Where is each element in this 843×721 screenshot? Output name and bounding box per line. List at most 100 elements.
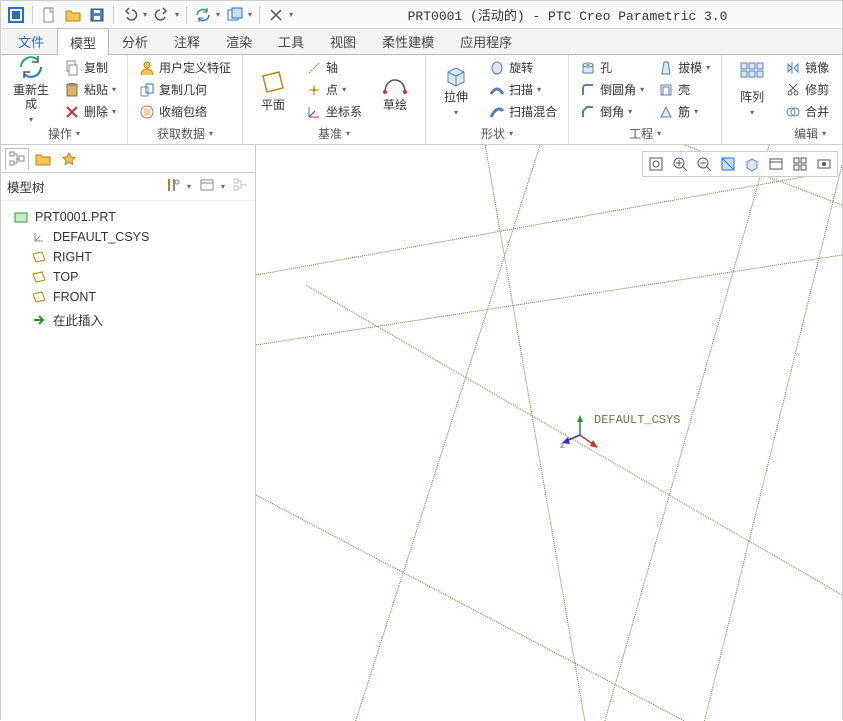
csys-button[interactable]: 坐标系 — [301, 101, 367, 122]
sketch-button[interactable]: 草绘 — [371, 57, 419, 123]
revolve-button[interactable]: 旋转 — [484, 57, 562, 78]
redo-dropdown[interactable]: ▾ — [173, 10, 181, 19]
regenerate-button[interactable]: 重新生成▾ — [7, 57, 55, 123]
tab-annotate[interactable]: 注释 — [161, 27, 213, 54]
tree-item-right[interactable]: RIGHT — [5, 247, 251, 267]
save-button[interactable] — [86, 4, 108, 26]
chamfer-button[interactable]: 倒角▾ — [575, 101, 649, 122]
nav-tab-model-tree[interactable] — [5, 148, 29, 170]
draft-icon — [658, 60, 674, 76]
regen-qat-button[interactable] — [192, 4, 214, 26]
view-manager-button[interactable] — [788, 153, 812, 175]
copy-button[interactable]: 复制 — [59, 57, 121, 78]
model-tree: PRT0001.PRT DEFAULT_CSYS RIGHT TOP FRONT… — [1, 201, 255, 338]
zoom-in-button[interactable] — [668, 153, 692, 175]
pattern-button[interactable]: 阵列▾ — [728, 57, 776, 123]
extrude-button[interactable]: 拉伸▾ — [432, 57, 480, 123]
draft-button[interactable]: 拔模▾ — [653, 57, 715, 78]
tree-item-csys[interactable]: DEFAULT_CSYS — [5, 227, 251, 247]
delete-button[interactable]: 删除▾ — [59, 101, 121, 122]
datum-display-button[interactable] — [812, 153, 836, 175]
tree-root[interactable]: PRT0001.PRT — [5, 207, 251, 227]
saved-views-button[interactable] — [764, 153, 788, 175]
plane-tree-icon — [31, 250, 47, 264]
sweepblend-button[interactable]: 扫描混合 — [484, 101, 562, 122]
navigator-tabs — [1, 145, 255, 173]
part-icon — [13, 210, 29, 224]
rib-icon — [658, 104, 674, 120]
csys-tree-icon — [31, 230, 47, 244]
offset-button[interactable]: 偏移 — [838, 79, 842, 100]
datum-planes-display — [256, 145, 842, 721]
copy-icon — [64, 60, 80, 76]
paste-button[interactable]: 粘贴▾ — [59, 79, 121, 100]
tree-item-insert-here[interactable]: 在此插入 — [5, 307, 251, 332]
copygeom-button[interactable]: 复制几何 — [134, 79, 236, 100]
tab-analysis[interactable]: 分析 — [109, 27, 161, 54]
group-getdata: 用户定义特征 复制几何 收缩包络 获取数据▾ — [128, 55, 243, 144]
point-button[interactable]: 点▾ — [301, 79, 367, 100]
shrinkwrap-icon — [139, 104, 155, 120]
tab-render[interactable]: 渲染 — [213, 27, 265, 54]
tab-tools[interactable]: 工具 — [265, 27, 317, 54]
tree-tools-icon[interactable] — [165, 177, 181, 196]
zoom-out-button[interactable] — [692, 153, 716, 175]
point-icon — [306, 82, 322, 98]
app-title: PRT0001 (活动的) - PTC Creo Parametric 3.0 — [297, 5, 838, 24]
app-menu-button[interactable] — [5, 4, 27, 26]
plane-button[interactable]: 平面 — [249, 57, 297, 123]
shell-icon — [658, 82, 674, 98]
round-icon — [580, 82, 596, 98]
merge-button[interactable]: 合并 — [780, 101, 834, 122]
window-dropdown[interactable]: ▾ — [246, 10, 254, 19]
tree-show-icon[interactable] — [199, 177, 215, 196]
tab-view[interactable]: 视图 — [317, 27, 369, 54]
new-button[interactable] — [38, 4, 60, 26]
tab-file[interactable]: 文件 — [5, 27, 57, 54]
tree-item-front[interactable]: FRONT — [5, 287, 251, 307]
undo-button[interactable] — [119, 4, 141, 26]
navigator-sidebar: 模型树 ▾ ▾ PRT0001.PRT DEFAULT_CSYS RIGHT T… — [1, 145, 256, 721]
tree-settings-icon[interactable] — [233, 177, 249, 196]
mirror-button[interactable]: 镜像 — [780, 57, 834, 78]
pattern-icon — [738, 60, 766, 88]
tree-title: 模型树 — [7, 177, 45, 196]
udf-button[interactable]: 用户定义特征 — [134, 57, 236, 78]
undo-dropdown[interactable]: ▾ — [141, 10, 149, 19]
shrinkwrap-button[interactable]: 收缩包络 — [134, 101, 236, 122]
trim-button[interactable]: 修剪 — [780, 79, 834, 100]
nav-tab-folder[interactable] — [31, 148, 55, 170]
tab-flex[interactable]: 柔性建模 — [369, 27, 447, 54]
tab-apps[interactable]: 应用程序 — [447, 27, 525, 54]
plane-tree-icon — [31, 290, 47, 304]
mirror-icon — [785, 60, 801, 76]
tab-model[interactable]: 模型 — [57, 28, 109, 55]
shell-button[interactable]: 壳 — [653, 79, 715, 100]
nav-tab-favorites[interactable] — [57, 148, 81, 170]
regen-qat-dropdown[interactable]: ▾ — [214, 10, 222, 19]
axis-button[interactable]: 轴 — [301, 57, 367, 78]
tree-item-top[interactable]: TOP — [5, 267, 251, 287]
rib-button[interactable]: 筋▾ — [653, 101, 715, 122]
round-button[interactable]: 倒圆角▾ — [575, 79, 649, 100]
repaint-button[interactable] — [716, 153, 740, 175]
redo-button[interactable] — [151, 4, 173, 26]
hole-button[interactable]: 孔 — [575, 57, 649, 78]
display-style-button[interactable] — [740, 153, 764, 175]
sweep-button[interactable]: 扫描▾ — [484, 79, 562, 100]
view-toolbar — [642, 151, 838, 177]
intersect-button[interactable]: 相交 — [838, 101, 842, 122]
refit-button[interactable] — [644, 153, 668, 175]
close-window-button[interactable] — [265, 4, 287, 26]
graphics-canvas[interactable]: z DEFAULT_CSYS — [256, 145, 842, 721]
delete-icon — [64, 104, 80, 120]
quick-access-toolbar: ▾ ▾ ▾ ▾ ▾ PRT0001 (活动的) - PTC Creo Param… — [1, 1, 842, 29]
svg-text:z: z — [560, 440, 565, 450]
open-button[interactable] — [62, 4, 84, 26]
revolve-icon — [489, 60, 505, 76]
tree-header: 模型树 ▾ ▾ — [1, 173, 255, 201]
extend-button[interactable]: 延伸 — [838, 57, 842, 78]
insert-arrow-icon — [31, 313, 47, 327]
qat-customize-dropdown[interactable]: ▾ — [287, 10, 295, 19]
window-button[interactable] — [224, 4, 246, 26]
